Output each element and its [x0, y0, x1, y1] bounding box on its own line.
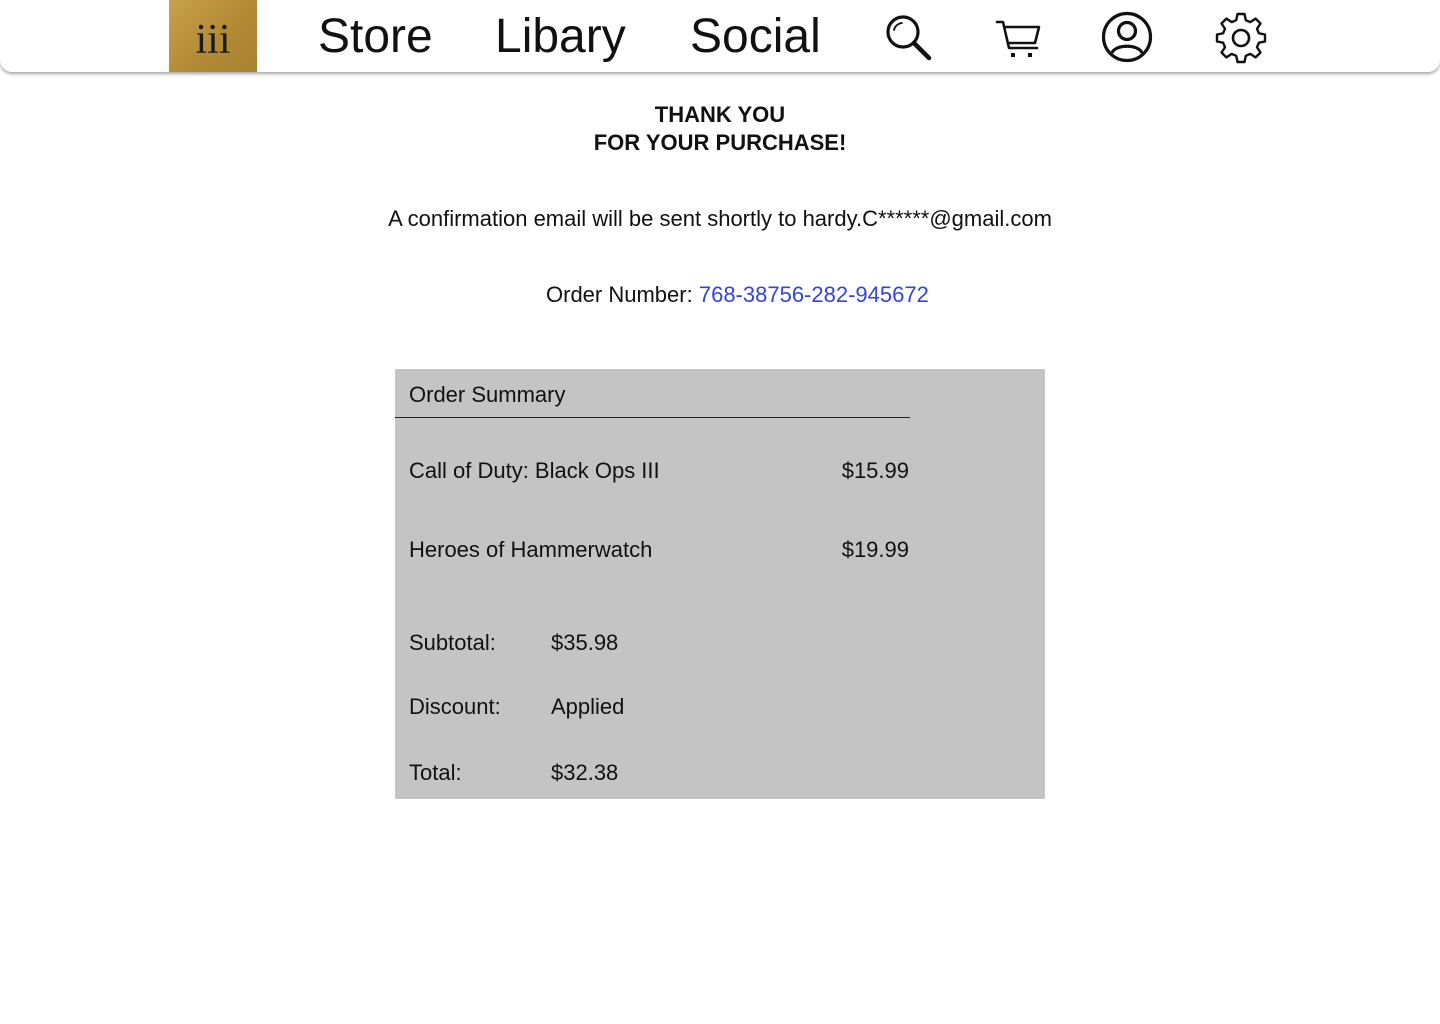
thank-you-line-1: THANK YOU: [654, 102, 786, 127]
order-confirmation-page: iii Store Libary Social THANK YOU FOR YO…: [0, 0, 1440, 1024]
total-label: Total:: [409, 760, 462, 785]
line-item-price: $15.99: [841, 458, 909, 483]
thank-you-heading: THANK YOU FOR YOUR PURCHASE!: [0, 101, 1440, 157]
search-icon[interactable]: [880, 10, 934, 64]
order-number-label: Order Number:: [546, 282, 693, 307]
confirmation-email-message: A confirmation email will be sent shortl…: [388, 206, 1052, 231]
logo-text: iii: [195, 17, 231, 63]
discount-value: Applied: [551, 694, 625, 719]
subtotal-value: $35.98: [551, 630, 619, 655]
subtotal-label: Subtotal:: [409, 630, 496, 655]
line-item-name: Call of Duty: Black Ops III: [409, 458, 660, 483]
line-item-name: Heroes of Hammerwatch: [409, 537, 653, 562]
nav-library-link[interactable]: Libary: [495, 8, 626, 66]
order-summary-title: Order Summary: [409, 382, 566, 407]
line-item-price: $19.99: [841, 537, 909, 562]
order-summary-panel: Order Summary Call of Duty: Black Ops II…: [395, 369, 1045, 799]
discount-label: Discount:: [409, 694, 501, 719]
thank-you-line-2: FOR YOUR PURCHASE!: [593, 130, 847, 155]
nav-store-link[interactable]: Store: [318, 8, 433, 66]
total-value: $32.38: [551, 760, 619, 785]
summary-divider: [395, 417, 910, 418]
top-nav: iii Store Libary Social: [0, 0, 1440, 72]
order-number-link[interactable]: 768-38756-282-945672: [699, 282, 929, 307]
cart-icon[interactable]: [992, 10, 1046, 64]
logo[interactable]: iii: [169, 0, 257, 72]
order-number-row: Order Number: 768-38756-282-945672: [546, 281, 929, 309]
account-icon[interactable]: [1100, 10, 1154, 64]
nav-social-link[interactable]: Social: [690, 8, 821, 66]
settings-icon[interactable]: [1214, 10, 1268, 64]
